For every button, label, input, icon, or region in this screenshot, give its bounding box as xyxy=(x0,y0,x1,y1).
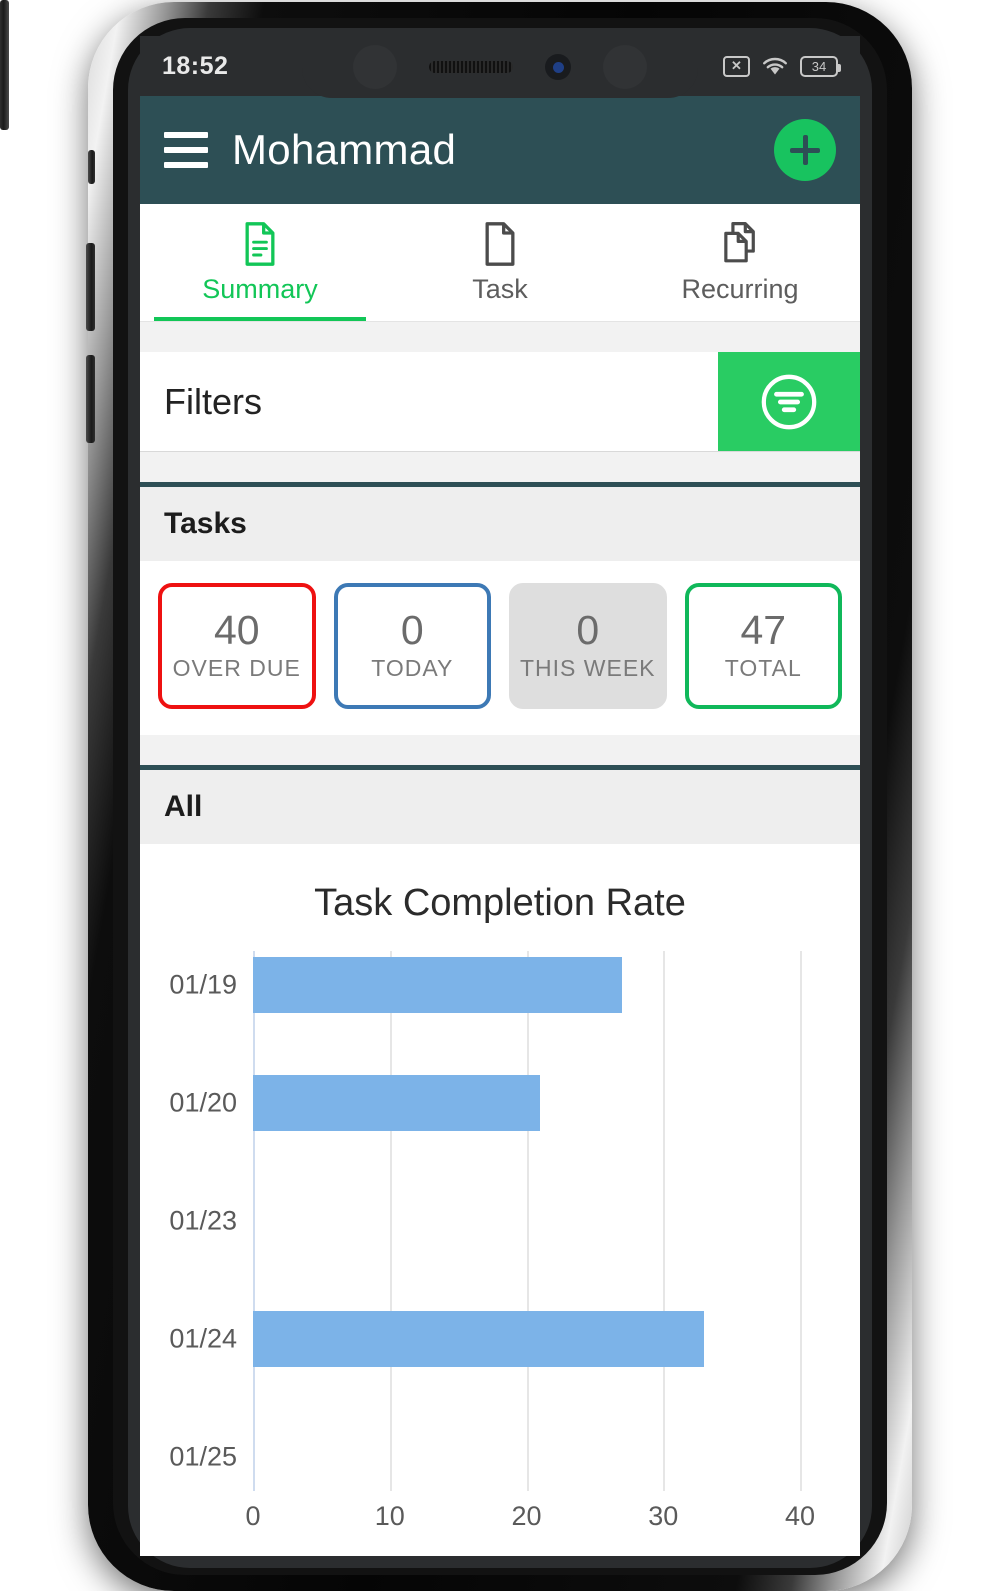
chart-bar xyxy=(253,1075,541,1131)
filters-bottom-spacer xyxy=(140,452,860,482)
chart-bar xyxy=(253,957,623,1013)
chart-y-tick-label: 01/23 xyxy=(169,1205,237,1236)
chart-gridline xyxy=(526,951,529,1491)
phone-screen: 18:52 ✕ 34 Mohammad Summary Task Recurri… xyxy=(140,36,860,1556)
status-indicators: ✕ 34 xyxy=(723,55,841,77)
tab-recurring[interactable]: Recurring xyxy=(620,204,860,321)
stat-card-total-caption: TOTAL xyxy=(724,655,802,681)
status-bar: 18:52 ✕ 34 xyxy=(140,36,860,98)
document-icon xyxy=(485,222,515,266)
chart-y-tick-label: 01/20 xyxy=(169,1087,237,1118)
chart-y-tick-label: 01/19 xyxy=(169,969,237,1000)
stat-card-total[interactable]: 47 TOTAL xyxy=(684,583,842,709)
battery-level-label: 34 xyxy=(811,58,827,74)
stat-card-today[interactable]: 0 TODAY xyxy=(333,583,491,709)
chart-y-tick-label: 01/25 xyxy=(169,1441,237,1472)
filter-circle-icon xyxy=(761,374,817,429)
task-stat-cards: 40 OVER DUE 0 TODAY 0 THIS WEEK 47 TOTAL xyxy=(140,561,860,735)
task-completion-rate-chart: Task Completion Rate 01/19 01/20 01/23 01/2… xyxy=(140,844,860,1556)
chart-gridline xyxy=(663,951,666,1491)
filters-row: Filters xyxy=(140,352,860,452)
chart-x-tick-label: 0 xyxy=(245,1501,261,1531)
tab-bar: Summary Task Recurring xyxy=(140,204,860,322)
chart-y-tick-label: 01/24 xyxy=(169,1323,237,1354)
copy-documents-icon xyxy=(724,222,755,263)
filters-label: Filters xyxy=(164,380,262,422)
tab-summary[interactable]: Summary xyxy=(140,204,380,321)
chart-x-tick-label: 40 xyxy=(784,1501,816,1531)
status-clock: 18:52 xyxy=(162,51,229,80)
tab-recurring-label: Recurring xyxy=(681,274,799,304)
chart-bar xyxy=(253,1311,705,1367)
stat-card-over-due[interactable]: 40 OVER DUE xyxy=(158,583,316,709)
chart-x-axis-label: Values xyxy=(140,1547,860,1556)
phone-notch xyxy=(302,36,698,98)
phone-mute-switch[interactable] xyxy=(88,150,95,184)
stat-card-over-due-caption: OVER DUE xyxy=(172,655,301,681)
document-lines-icon xyxy=(245,222,275,266)
add-task-button[interactable] xyxy=(774,119,836,181)
notch-sensor-left xyxy=(353,45,397,89)
phone-volume-down-button[interactable] xyxy=(86,355,95,443)
stat-card-over-due-value: 40 xyxy=(213,607,260,653)
stat-card-total-value: 47 xyxy=(740,607,787,653)
stat-card-today-caption: TODAY xyxy=(371,655,454,681)
chart-x-axis-ticks: 0 10 20 30 40 xyxy=(140,1491,860,1547)
stat-card-this-week-value: 0 xyxy=(576,607,600,653)
wifi-icon xyxy=(763,57,787,75)
tasks-section-header: Tasks xyxy=(140,487,860,561)
tab-task-label: Task xyxy=(472,274,528,304)
chart-gridline xyxy=(389,951,392,1491)
chart-title: Task Completion Rate xyxy=(314,882,686,924)
stat-card-today-value: 0 xyxy=(400,607,424,653)
app-bar: Mohammad xyxy=(140,96,860,204)
chart-x-tick-label: 30 xyxy=(648,1501,679,1531)
battery-icon: 34 xyxy=(800,55,841,77)
tab-summary-label: Summary xyxy=(202,274,318,304)
tab-task[interactable]: Task xyxy=(380,204,620,321)
filter-button[interactable] xyxy=(718,352,860,451)
chart-x-tick-label: 10 xyxy=(374,1501,405,1531)
page-title: Mohammad xyxy=(232,126,457,173)
hamburger-menu-icon[interactable] xyxy=(164,132,208,168)
earpiece-speaker xyxy=(429,61,513,73)
tab-bottom-spacer xyxy=(140,322,860,352)
sim-off-glyph: ✕ xyxy=(731,58,742,73)
chart-plot-area: 01/19 01/20 01/23 01/24 01/25 xyxy=(140,951,860,1491)
screenshot-root: 18:52 ✕ 34 Mohammad Summary Task Recurri… xyxy=(0,0,1000,1591)
stat-card-this-week-caption: THIS WEEK xyxy=(519,655,656,681)
front-camera-icon xyxy=(545,54,571,80)
sim-off-icon: ✕ xyxy=(723,55,750,77)
chart-gridline xyxy=(800,951,802,1491)
stat-card-this-week[interactable]: 0 THIS WEEK xyxy=(509,583,667,709)
tasks-bottom-spacer xyxy=(140,735,860,765)
chart-gridline xyxy=(253,951,255,1491)
chart-x-tick-label: 20 xyxy=(511,1501,542,1531)
all-section-header: All xyxy=(140,770,860,844)
phone-volume-up-button[interactable] xyxy=(86,243,95,331)
phone-power-button[interactable] xyxy=(0,0,9,130)
notch-sensor-right xyxy=(603,45,647,89)
